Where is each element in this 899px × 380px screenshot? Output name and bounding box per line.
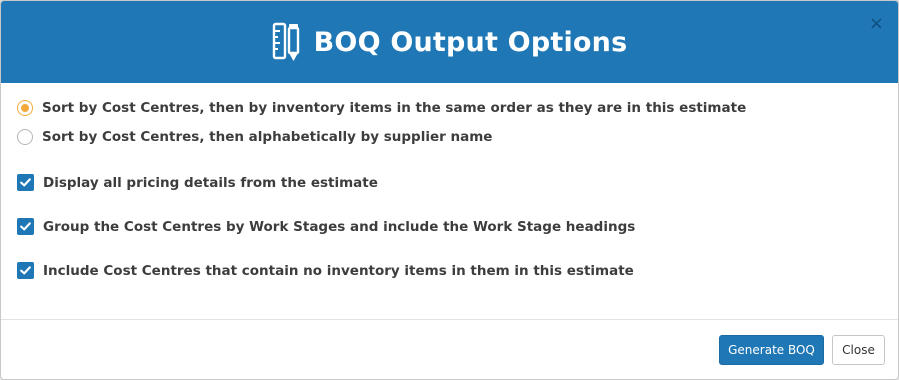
radio-button-selected[interactable] <box>17 100 33 116</box>
checkbox-label: Display all pricing details from the est… <box>43 174 378 191</box>
sort-option-label: Sort by Cost Centres, then alphabeticall… <box>42 129 493 145</box>
sort-option-supplier-name[interactable]: Sort by Cost Centres, then alphabeticall… <box>17 129 492 145</box>
ruler-pencil-icon <box>272 22 299 61</box>
radio-dot <box>21 104 29 112</box>
option-display-pricing-details[interactable]: Display all pricing details from the est… <box>17 174 378 191</box>
checkbox-label: Include Cost Centres that contain no inv… <box>43 262 634 279</box>
dialog-footer: Generate BOQ Close <box>1 319 898 379</box>
checkbox-checked[interactable] <box>17 262 34 279</box>
radio-button[interactable] <box>17 129 33 145</box>
close-button[interactable]: Close <box>832 335 885 365</box>
checkbox-label: Group the Cost Centres by Work Stages an… <box>43 218 636 235</box>
generate-boq-button[interactable]: Generate BOQ <box>719 335 824 365</box>
dialog-header: BOQ Output Options × <box>1 1 898 83</box>
option-group-by-work-stages[interactable]: Group the Cost Centres by Work Stages an… <box>17 218 635 235</box>
close-icon[interactable]: × <box>869 15 884 33</box>
sort-option-estimate-order[interactable]: Sort by Cost Centres, then by inventory … <box>17 100 746 116</box>
checkbox-checked[interactable] <box>17 174 34 191</box>
checkbox-checked[interactable] <box>17 218 34 235</box>
dialog-title-group: BOQ Output Options <box>272 22 628 62</box>
sort-option-label: Sort by Cost Centres, then by inventory … <box>42 100 747 116</box>
checkmark-icon <box>20 266 31 275</box>
checkmark-icon <box>20 222 31 231</box>
option-include-empty-cost-centres[interactable]: Include Cost Centres that contain no inv… <box>17 262 634 279</box>
checkmark-icon <box>20 178 31 187</box>
boq-output-options-dialog: BOQ Output Options × Sort by Cost Centre… <box>0 0 899 380</box>
dialog-body: Sort by Cost Centres, then by inventory … <box>1 83 898 335</box>
dialog-title: BOQ Output Options <box>313 26 628 58</box>
